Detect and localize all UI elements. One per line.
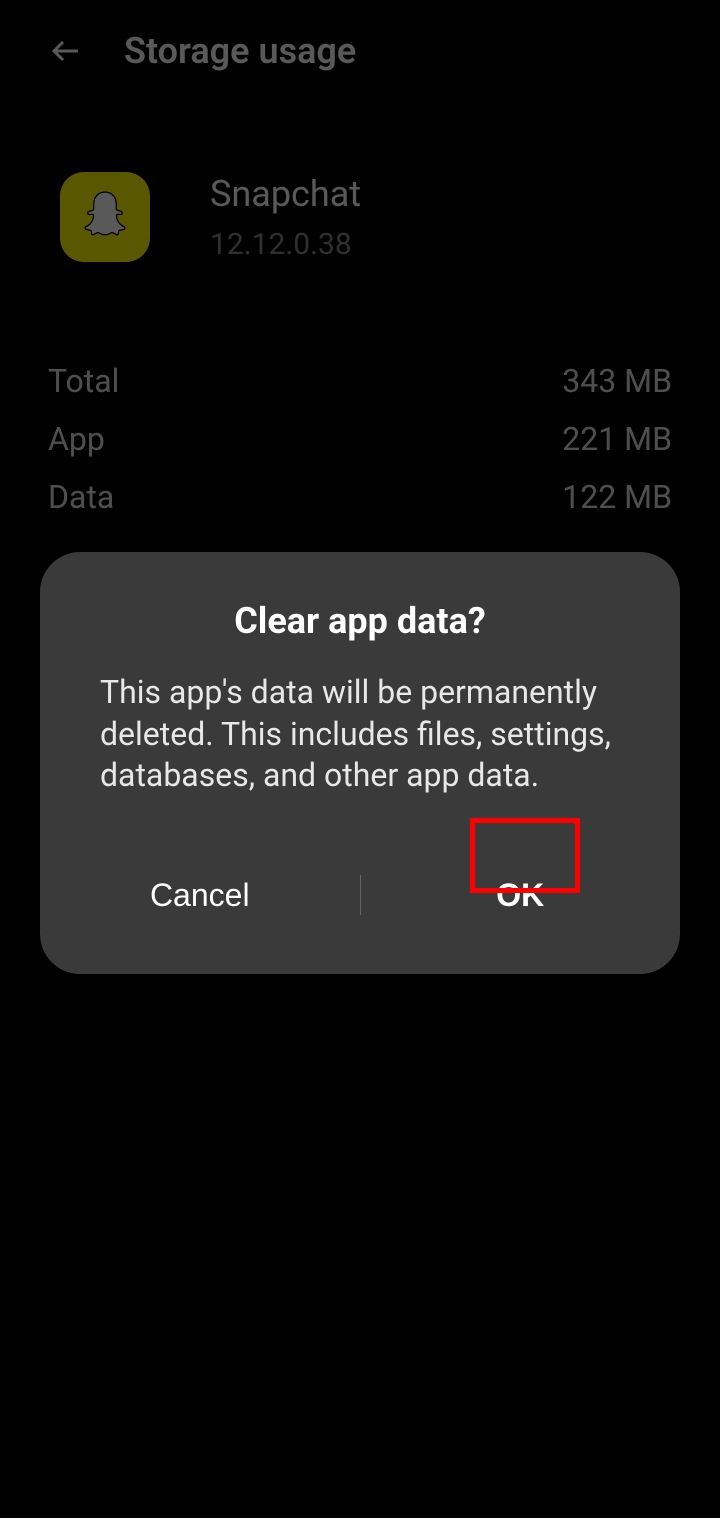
dialog-title: Clear app data? bbox=[40, 600, 680, 672]
dialog-buttons: Cancel OK bbox=[40, 837, 680, 974]
clear-data-dialog: Clear app data? This app's data will be … bbox=[40, 552, 680, 974]
dialog-message: This app's data will be permanently dele… bbox=[40, 672, 680, 837]
dialog-overlay: Clear app data? This app's data will be … bbox=[0, 0, 720, 1518]
ok-button[interactable]: OK bbox=[361, 857, 681, 934]
cancel-button[interactable]: Cancel bbox=[40, 857, 360, 934]
